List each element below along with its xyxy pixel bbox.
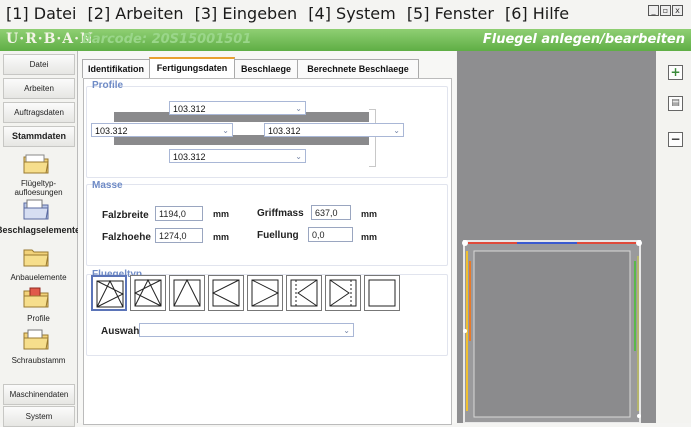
fluegeltyp-tile-dreh-links[interactable] <box>208 275 244 311</box>
fluegeltyp-tile-stulp-rechts[interactable] <box>325 275 361 311</box>
griffmass-label: Griffmass <box>257 208 304 219</box>
falzbreite-input[interactable]: 1194,0 <box>155 206 203 221</box>
document-icon: ▤ <box>671 98 680 108</box>
tab-panel-fertigungsdaten: Profile 103.312 ⌄ 103.312 ⌄ 103.312 ⌄ 103.3… <box>83 78 452 425</box>
tilt-turn-right-icon <box>134 279 162 307</box>
chevron-down-icon: ⌄ <box>295 152 302 161</box>
profile-left-select[interactable]: 103.312 ⌄ <box>91 123 233 137</box>
sidebar-button-auftragsdaten[interactable]: Auftragsdaten <box>3 102 75 123</box>
tilt-turn-icon <box>96 280 124 308</box>
document-button[interactable]: ▤ <box>668 96 683 111</box>
folder-profile-icon[interactable] <box>22 285 50 309</box>
fluegeltyp-tile-dreh-rechts[interactable] <box>247 275 283 311</box>
right-toolbar: + ▤ − <box>656 51 691 423</box>
chevron-down-icon: ⌄ <box>295 104 302 113</box>
menu-system[interactable]: [4] System <box>308 4 395 23</box>
menu-eingeben[interactable]: [3] Eingeben <box>195 4 298 23</box>
fluegeltyp-tile-dreh-kipp-rechts[interactable] <box>130 275 166 311</box>
falzhoehe-unit: mm <box>213 232 230 242</box>
sidebar-button-stammdaten[interactable]: Stammdaten <box>3 126 75 147</box>
fuellung-label: Fuellung <box>257 230 299 241</box>
sidebar-button-arbeiten[interactable]: Arbeiten <box>3 78 75 99</box>
menu-hilfe[interactable]: [6] Hilfe <box>505 4 569 23</box>
menu-arbeiten[interactable]: [2] Arbeiten <box>88 4 184 23</box>
turn-left-icon <box>212 279 240 307</box>
folder-edit-icon[interactable] <box>22 151 50 175</box>
sash-left-icon <box>290 279 318 307</box>
fuellung-unit: mm <box>361 232 378 242</box>
fluegeltyp-tile-stulp-links[interactable] <box>286 275 322 311</box>
fixed-icon <box>368 279 396 307</box>
profile-right-bracket <box>369 109 376 167</box>
turn-right-icon <box>251 279 279 307</box>
sidebar: Datei Arbeiten Auftragsdaten Stammdaten … <box>0 51 80 427</box>
folder-screw-icon[interactable] <box>22 327 50 351</box>
sidebar-label-beschlagselemente: Beschlagselemente <box>0 225 81 235</box>
close-button[interactable]: x <box>672 5 683 16</box>
falzbreite-unit: mm <box>213 209 230 219</box>
fluegeltyp-tile-dreh-kipp[interactable] <box>91 275 127 311</box>
auswahl-label: Auswahl <box>101 326 143 337</box>
remove-button[interactable]: − <box>668 132 683 147</box>
fluegeltyp-tile-kipp[interactable] <box>169 275 205 311</box>
form-area: Identifikation Fertigungsdaten Beschlaeg… <box>78 51 456 425</box>
app-titlebar: U·R·B·A·N Barcode: 20S15001501 Fluegel a… <box>0 29 691 51</box>
profile-legend: Profile <box>92 80 124 91</box>
remove-icon: − <box>670 132 681 146</box>
tab-fertigungsdaten[interactable]: Fertigungsdaten <box>149 57 235 80</box>
profile-left-value: 103.312 <box>95 126 128 136</box>
add-button[interactable]: + <box>668 65 683 80</box>
falzhoehe-input[interactable]: 1274,0 <box>155 228 203 243</box>
sash-preview-drawing <box>462 240 642 423</box>
tilt-icon <box>173 279 201 307</box>
barcode-text: Barcode: 20S15001501 <box>82 32 252 47</box>
profile-bottom-select[interactable]: 103.312 ⌄ <box>169 149 306 163</box>
falzhoehe-label: Falzhoehe <box>102 232 151 243</box>
sidebar-label-schraubstamm: Schraubstamm <box>11 356 66 365</box>
menu-fenster[interactable]: [5] Fenster <box>407 4 494 23</box>
minimize-button[interactable]: _ <box>648 5 659 16</box>
profile-top-value: 103.312 <box>173 104 206 114</box>
restore-button[interactable]: ▫ <box>660 5 671 16</box>
tab-berechnete-beschlaege[interactable]: Berechnete Beschlaege <box>297 59 419 78</box>
menu-bar: [1] Datei [2] Arbeiten [3] Eingeben [4] … <box>0 0 691 27</box>
masse-legend: Masse <box>92 180 123 191</box>
griffmass-unit: mm <box>361 209 378 219</box>
tab-beschlaege[interactable]: Beschlaege <box>234 59 298 78</box>
menu-datei[interactable]: [1] Datei <box>6 4 76 23</box>
tab-identifikation[interactable]: Identifikation <box>82 59 150 78</box>
urban-logo: U·R·B·A·N <box>6 31 94 47</box>
chevron-down-icon: ⌄ <box>222 126 229 135</box>
sash-preview-panel <box>457 51 656 423</box>
sidebar-label-profile: Profile <box>27 314 50 323</box>
profile-bottom-value: 103.312 <box>173 152 206 162</box>
folder-fittings-icon[interactable] <box>22 197 50 221</box>
auswahl-select[interactable]: ⌄ <box>139 323 354 337</box>
sidebar-label-anbauelemente: Anbauelemente <box>10 273 67 282</box>
fuellung-input[interactable]: 0,0 <box>308 227 353 242</box>
profile-right-select[interactable]: 103.312 ⌄ <box>264 123 404 137</box>
profile-top-select[interactable]: 103.312 ⌄ <box>169 101 306 115</box>
fluegeltyp-tile-fest[interactable] <box>364 275 400 311</box>
sidebar-button-datei[interactable]: Datei <box>3 54 75 75</box>
sidebar-button-system[interactable]: System <box>3 406 75 427</box>
sidebar-label-fluegeltyp: Flügeltyp-aufloesungen <box>14 179 63 197</box>
masse-group <box>86 184 448 266</box>
griffmass-input[interactable]: 637,0 <box>311 205 351 220</box>
sidebar-button-maschinendaten[interactable]: Maschinendaten <box>3 384 75 405</box>
profile-right-value: 103.312 <box>268 126 301 136</box>
folder-icon[interactable] <box>22 244 50 268</box>
falzbreite-label: Falzbreite <box>102 210 149 221</box>
window-controls: _ ▫ x <box>647 5 683 16</box>
sash-right-icon <box>329 279 357 307</box>
chevron-down-icon: ⌄ <box>343 326 350 335</box>
window-title: Fluegel anlegen/bearbeiten <box>482 32 685 47</box>
add-icon: + <box>670 65 681 79</box>
chevron-down-icon: ⌄ <box>393 126 400 135</box>
